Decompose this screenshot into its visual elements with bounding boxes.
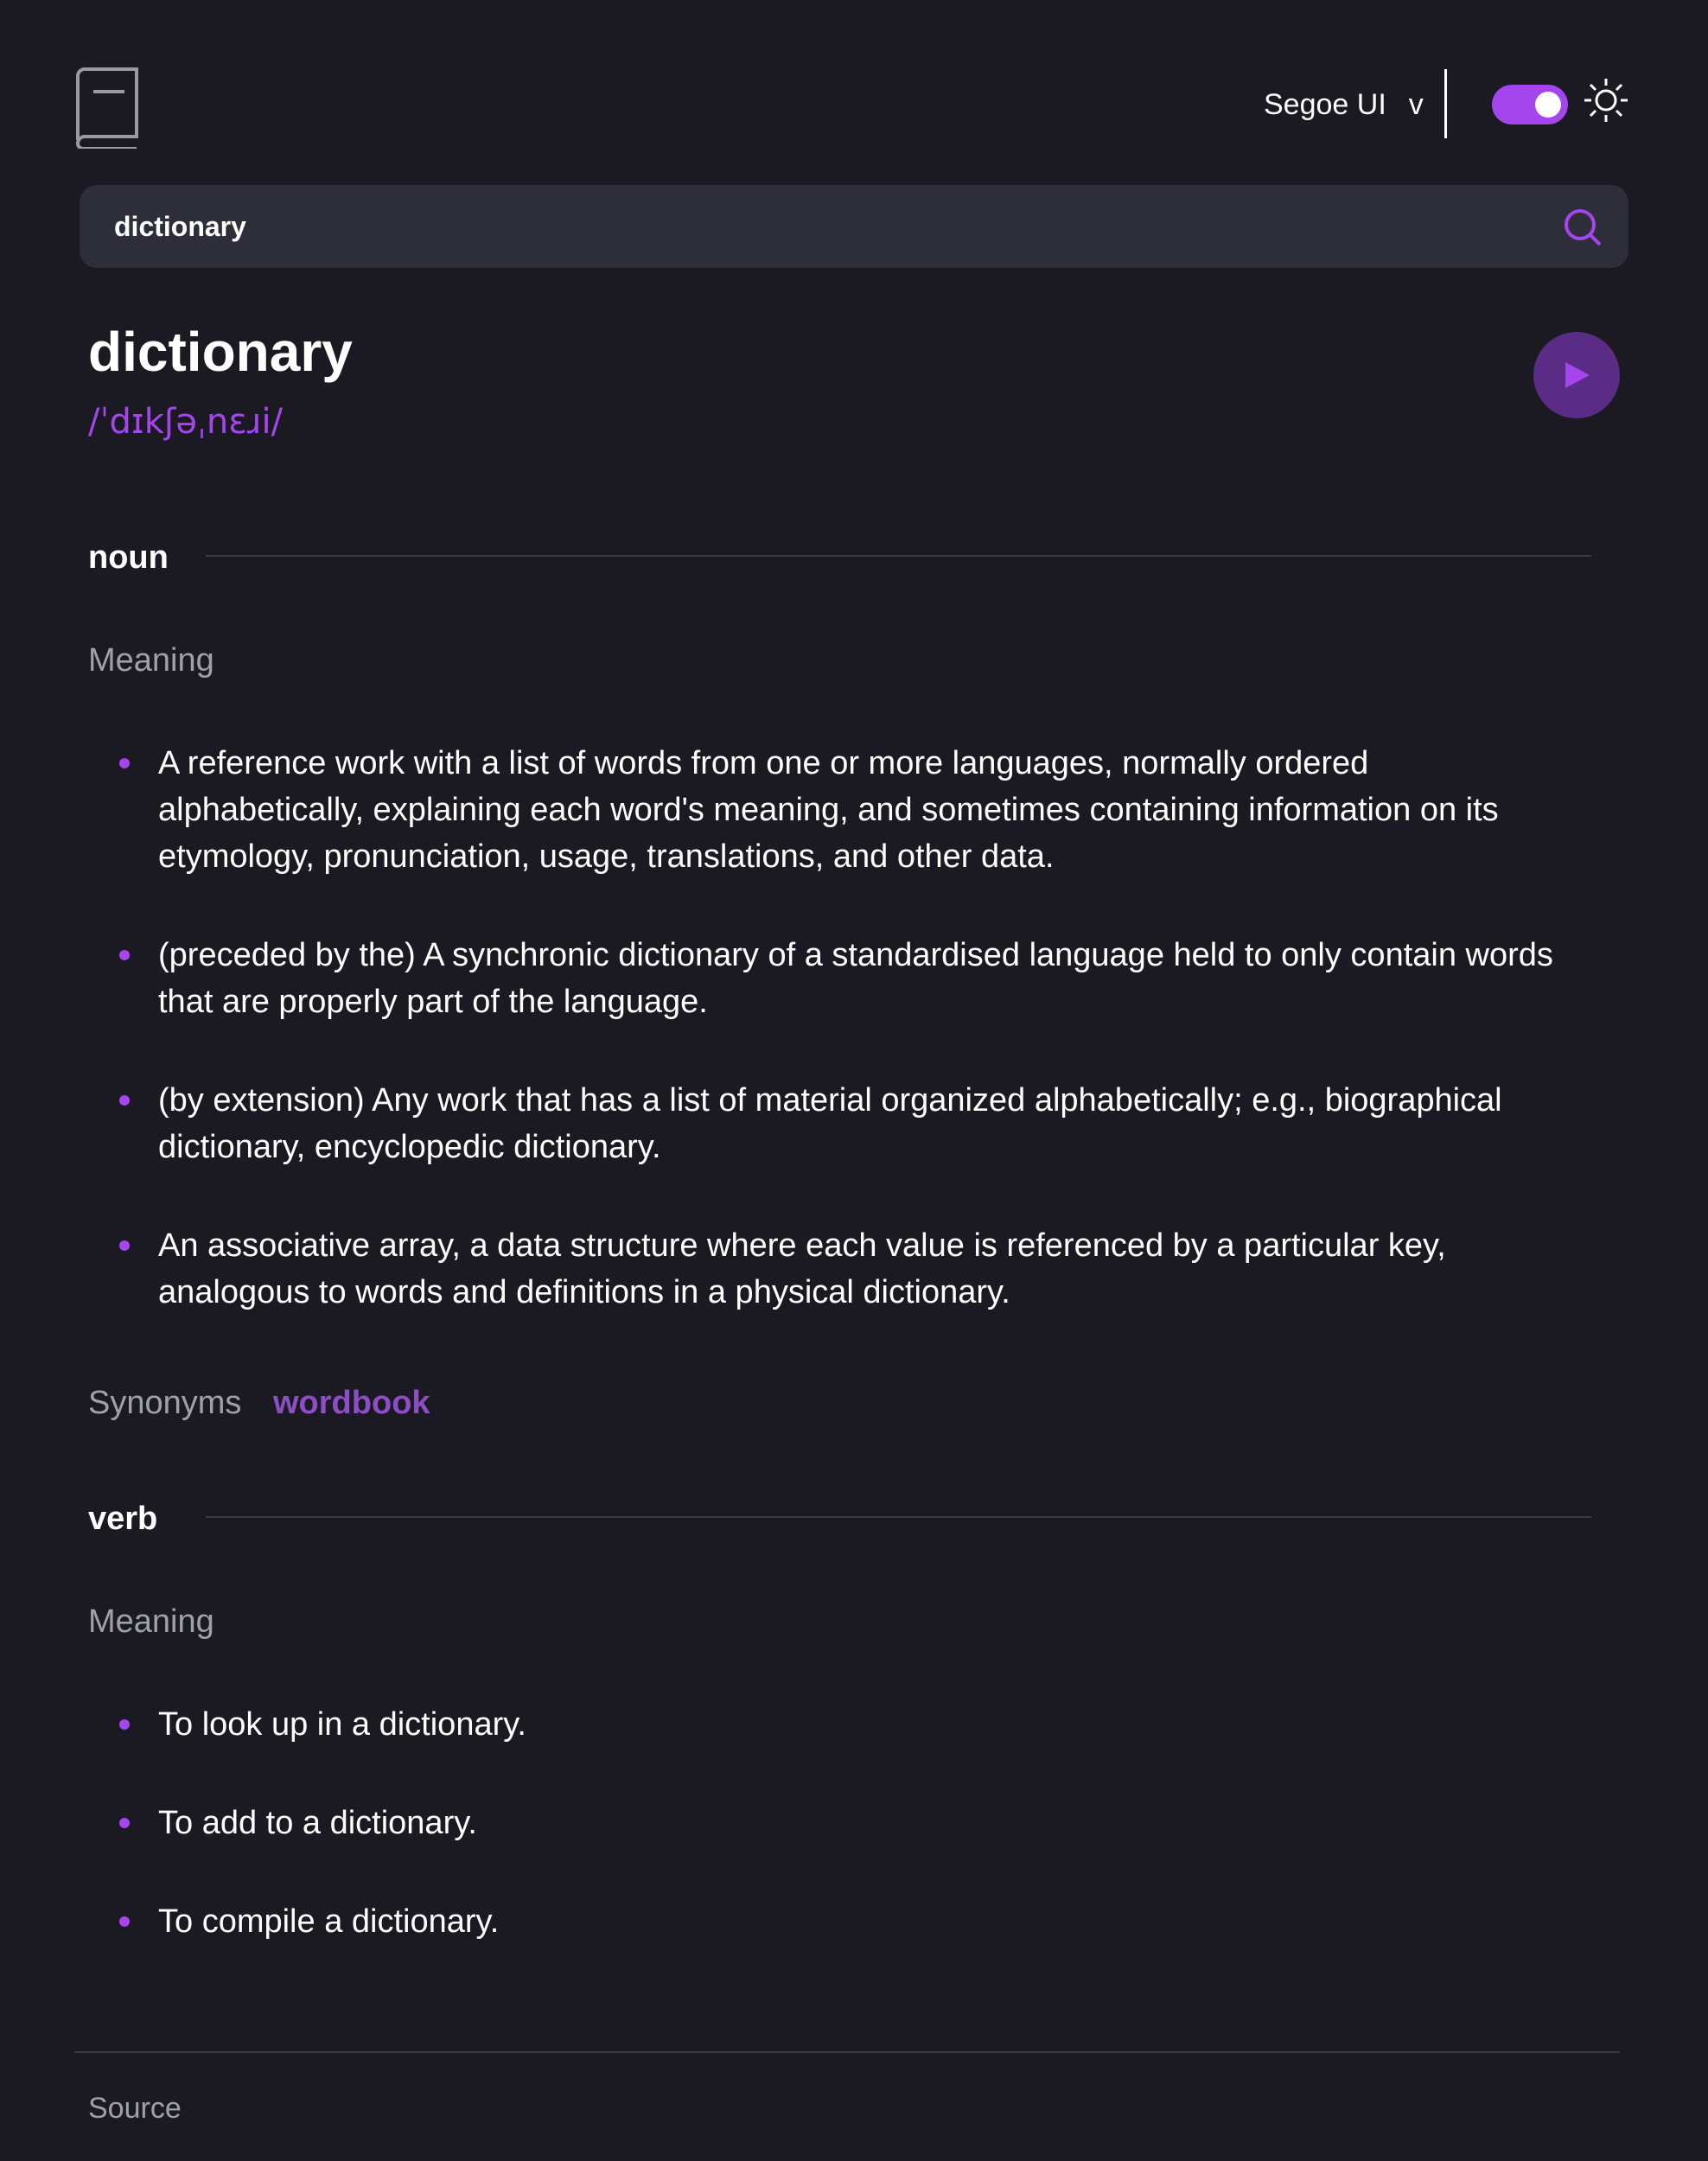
bullet <box>119 758 130 768</box>
section-divider <box>206 555 1591 557</box>
list-item: To compile a dictionary. <box>119 1898 1580 1945</box>
phonetic: /ˈdɪkʃəˌnɛɹi/ <box>88 402 284 442</box>
font-selector-value: Segoe UI <box>1264 88 1386 121</box>
list-item: (preceded by the) A synchronic dictionar… <box>119 932 1580 1025</box>
source-label: Source <box>88 2092 182 2125</box>
footer-divider <box>74 2051 1620 2053</box>
definition-text: An associative array, a data structure w… <box>158 1227 1446 1310</box>
definition-text: (preceded by the) A synchronic dictionar… <box>158 937 1553 1020</box>
word-title: dictionary <box>88 321 353 383</box>
definition-text: (by extension) Any work that has a list … <box>158 1082 1502 1165</box>
bullet <box>119 1095 130 1106</box>
play-audio-button[interactable] <box>1533 332 1620 418</box>
sun-icon <box>1584 79 1628 122</box>
synonym-link[interactable]: wordbook <box>273 1385 430 1422</box>
section-divider <box>206 1516 1591 1518</box>
play-icon <box>1565 362 1590 388</box>
meaning-label: Meaning <box>88 642 214 679</box>
meaning-label: Meaning <box>88 1603 214 1640</box>
bullet <box>119 1916 130 1927</box>
font-selector[interactable]: Segoe UI v <box>1264 88 1424 122</box>
list-item: To add to a dictionary. <box>119 1800 1580 1846</box>
toggle-knob <box>1535 92 1561 118</box>
header: Segoe UI v <box>74 67 1630 149</box>
list-item: To look up in a dictionary. <box>119 1701 1580 1748</box>
search-bar <box>80 185 1628 268</box>
search-icon[interactable] <box>1563 207 1603 247</box>
list-item: (by extension) Any work that has a list … <box>119 1077 1580 1170</box>
bullet <box>119 1240 130 1251</box>
header-divider <box>1444 69 1447 138</box>
synonyms-label: Synonyms <box>88 1385 242 1421</box>
list-item: An associative array, a data structure w… <box>119 1222 1580 1316</box>
definition-text: To compile a dictionary. <box>158 1903 500 1940</box>
chevron-down-icon: v <box>1408 88 1424 121</box>
part-of-speech-verb: verb <box>88 1501 158 1537</box>
bullet <box>119 1818 130 1828</box>
bullet <box>119 1719 130 1730</box>
definition-text: To look up in a dictionary. <box>158 1706 526 1743</box>
bullet <box>119 950 130 960</box>
definition-text: A reference work with a list of words fr… <box>158 745 1499 875</box>
verb-definitions: To look up in a dictionary. To add to a … <box>119 1701 1580 1997</box>
theme-toggle[interactable] <box>1492 85 1568 124</box>
noun-definitions: A reference work with a list of words fr… <box>119 740 1580 1367</box>
search-input[interactable] <box>114 185 1532 268</box>
list-item: A reference work with a list of words fr… <box>119 740 1580 880</box>
part-of-speech-noun: noun <box>88 539 169 576</box>
book-icon[interactable] <box>74 67 140 149</box>
definition-text: To add to a dictionary. <box>158 1805 477 1841</box>
